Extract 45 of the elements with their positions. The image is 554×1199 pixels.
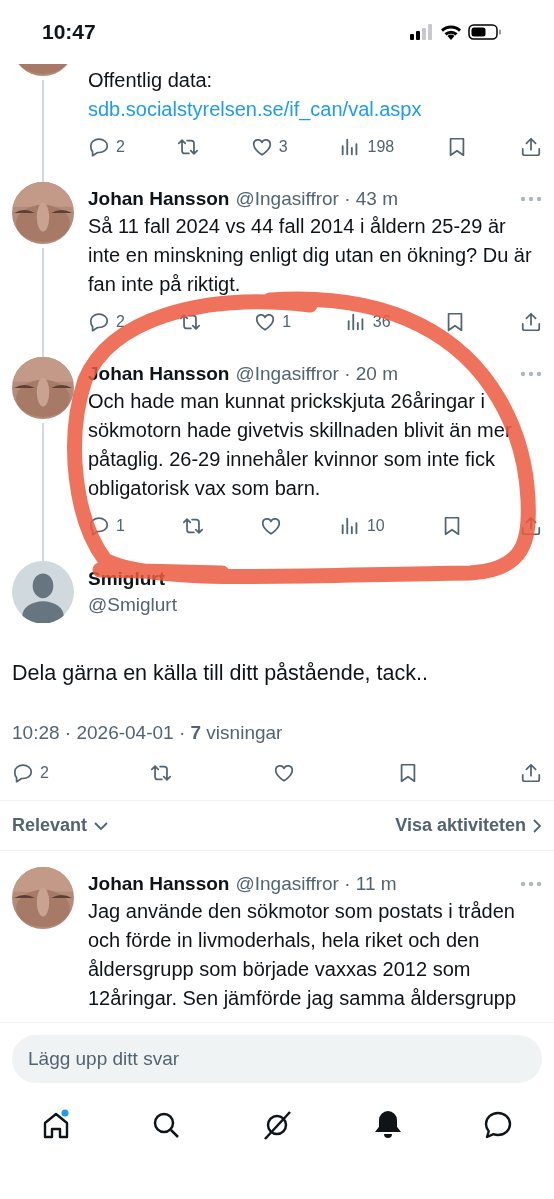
post-text: Så 11 fall 2024 vs 44 fall 2014 i åldern 25-29 är inte en minskning enligt dig utan en ökning? Du är fan inte på riktigt. bbox=[88, 214, 533, 297]
author-name[interactable]: Johan Hansson bbox=[88, 188, 230, 210]
post-meta: 10:28 · 2026-04-01 · 7 visningar bbox=[12, 722, 284, 744]
action-count: 1 bbox=[282, 313, 292, 331]
repost-icon[interactable] bbox=[176, 136, 199, 158]
action-count: 1 bbox=[116, 517, 125, 535]
post-handle-time: @Ingasiffror · 20 m bbox=[235, 363, 399, 385]
chevron-right-icon bbox=[532, 817, 542, 834]
reply-input-field[interactable]: Lägg upp ditt svar bbox=[12, 1035, 542, 1083]
bell-icon[interactable] bbox=[374, 1110, 403, 1140]
messages-icon[interactable] bbox=[483, 1110, 514, 1140]
action-count: 2 bbox=[116, 138, 125, 156]
reply-icon[interactable] bbox=[12, 762, 34, 784]
post-handle-time: @Ingasiffror · 11 m bbox=[235, 873, 397, 895]
action-count: 10 bbox=[366, 517, 385, 535]
heart-icon[interactable] bbox=[273, 762, 296, 784]
post-text: Jag använde den sökmotor som postats i tråden och förde in livmoderhals, hela riket och den åldersgrupp som började vaxxas 2012 som 12åringar. Sen jämförde jag samma åldersgrupp bbox=[88, 899, 518, 1011]
heart-icon[interactable] bbox=[250, 136, 273, 158]
heart-icon[interactable] bbox=[260, 515, 283, 537]
action-count: 198 bbox=[367, 138, 395, 156]
reply-icon[interactable] bbox=[88, 136, 110, 158]
repost-icon[interactable] bbox=[181, 515, 204, 537]
share-icon[interactable] bbox=[519, 136, 542, 158]
share-icon[interactable] bbox=[519, 311, 542, 333]
status-time: 10:47 bbox=[42, 20, 96, 44]
post-text: Offentlig data: sdb.socialstyrelsen.se/if_can/val.aspx bbox=[88, 68, 423, 123]
author-handle: @Smiglurt bbox=[88, 594, 177, 616]
activity-link[interactable]: Visa aktiviteten bbox=[395, 815, 542, 836]
action-count: 36 bbox=[372, 313, 391, 331]
action-count: 3 bbox=[278, 138, 288, 156]
wifi-icon bbox=[440, 24, 462, 40]
share-icon[interactable] bbox=[519, 762, 542, 784]
post-text: Dela gärna en källa till ditt påstående, tack.. bbox=[12, 661, 429, 686]
repost-icon[interactable] bbox=[150, 762, 173, 784]
reply-icon[interactable] bbox=[88, 311, 110, 333]
search-icon[interactable] bbox=[151, 1111, 180, 1139]
post-handle-time: @Ingasiffror · 43 m bbox=[235, 188, 399, 210]
action-count: 2 bbox=[116, 313, 125, 331]
author-name[interactable]: Johan Hansson bbox=[88, 873, 230, 895]
signal-icon bbox=[410, 24, 434, 40]
sort-dropdown[interactable]: Relevant bbox=[12, 815, 110, 836]
chevron-down-icon bbox=[93, 820, 110, 831]
action-count: 2 bbox=[40, 764, 49, 782]
heart-icon[interactable] bbox=[254, 311, 277, 333]
battery-icon bbox=[468, 24, 502, 40]
